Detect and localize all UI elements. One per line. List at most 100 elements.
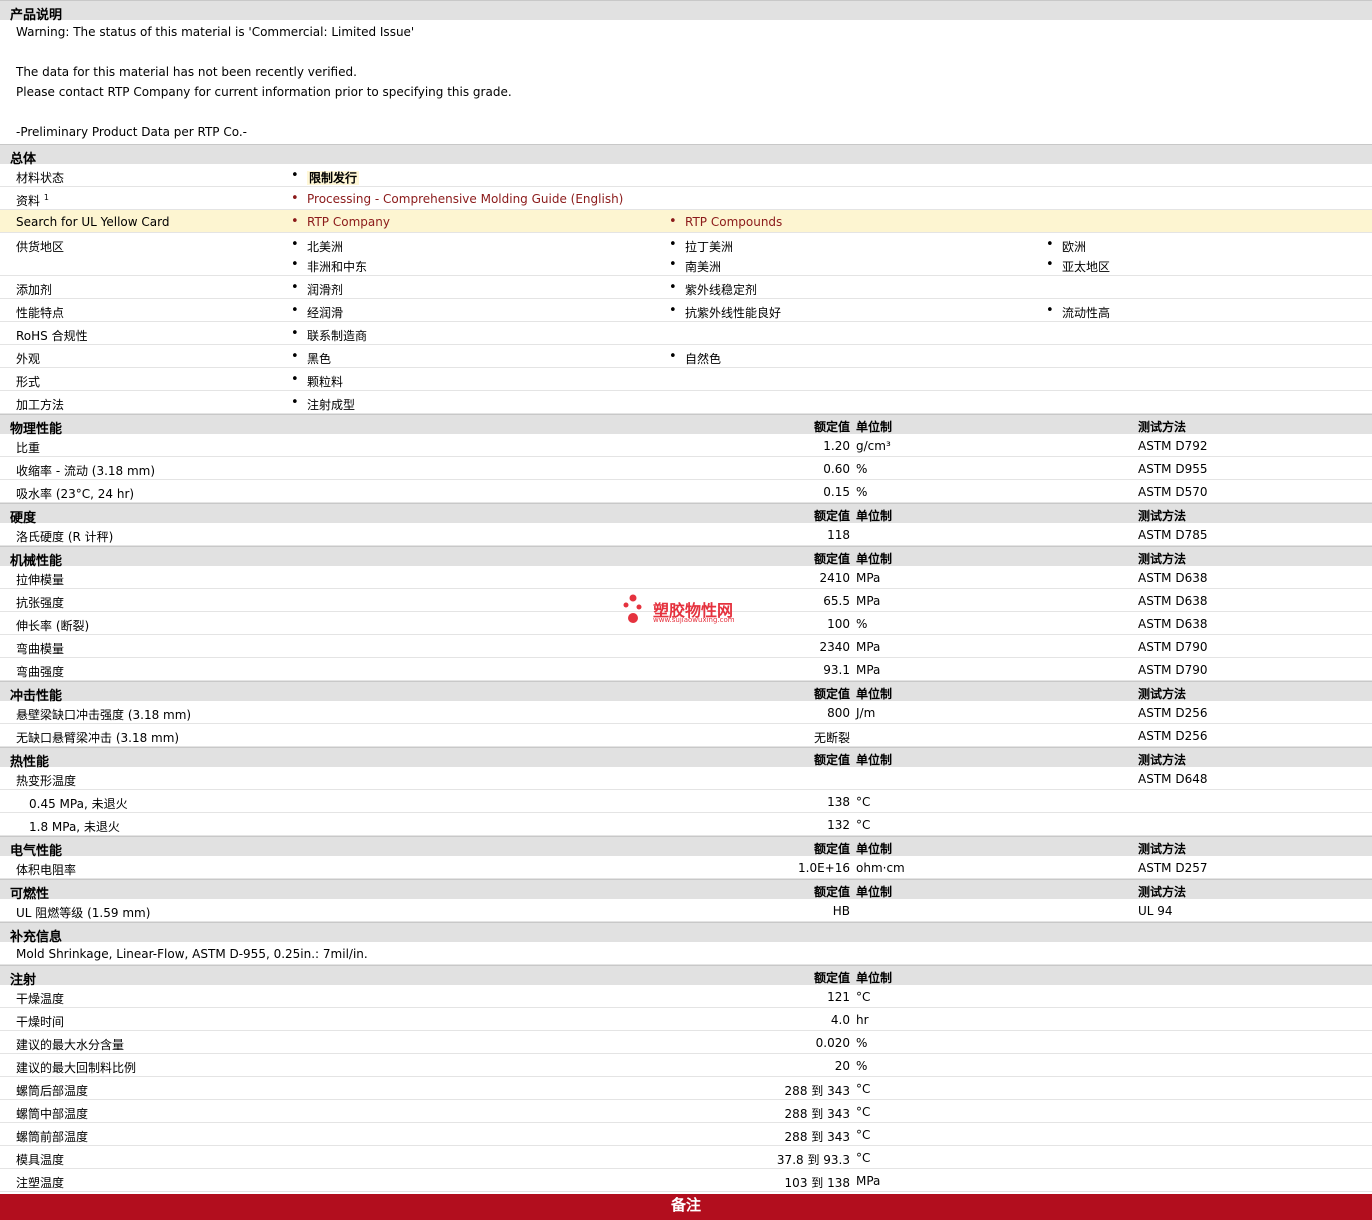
section-description-header: 产品说明 [0, 0, 1372, 23]
header-value: 额定值 [813, 552, 850, 566]
property-label: 螺筒中部温度 [16, 1107, 89, 1121]
logo-dots-icon [623, 594, 642, 623]
header-unit: 单位制 [856, 753, 893, 767]
property-value: 20 [834, 1059, 850, 1073]
header-unit: 单位制 [856, 509, 893, 523]
description-text: Warning: The status of this material is … [0, 20, 1372, 144]
footnote-marker: 1 [43, 193, 49, 202]
property-unit: °C [856, 1128, 871, 1142]
property-unit: °C [856, 795, 871, 809]
header-method: 测试方法 [1138, 842, 1187, 856]
property-value: 4.0 [830, 1013, 850, 1027]
section-mechanical-header: 机械性能 额定值 单位制 测试方法 [0, 546, 1372, 569]
header-method: 测试方法 [1138, 552, 1187, 566]
property-unit: % [856, 617, 868, 631]
footer-label: 备注 [670, 1196, 701, 1214]
property-value: 37.8 到 93.3 [776, 1153, 850, 1167]
test-method: ASTM D256 [1138, 706, 1208, 720]
property-unit: °C [856, 1105, 871, 1119]
property-unit: MPa [856, 571, 881, 585]
table-row: 比重 1.20 g/cm³ ASTM D792 [0, 434, 1372, 457]
table-row: 无缺口悬臂梁冲击 (3.18 mm) 无断裂 ASTM D256 [0, 724, 1372, 747]
property-label: 收缩率 - 流动 (3.18 mm) [16, 464, 156, 478]
section-impact-header: 冲击性能 额定值 单位制 测试方法 [0, 681, 1372, 704]
list-item: 黑色 [291, 349, 331, 367]
header-method: 测试方法 [1138, 420, 1187, 434]
header-value: 额定值 [813, 753, 850, 767]
property-unit: °C [856, 990, 871, 1004]
header-value: 额定值 [813, 687, 850, 701]
property-unit: MPa [856, 1174, 881, 1188]
link-rtp-company[interactable]: RTP Company [291, 214, 390, 229]
property-unit: °C [856, 1151, 871, 1165]
row-label: 添加剂 [16, 283, 53, 297]
row-appearance: 外观 黑色 自然色 [0, 345, 1372, 368]
table-row: 1.8 MPa, 未退火 132 °C [0, 813, 1372, 836]
property-unit: MPa [856, 663, 881, 677]
header-value: 额定值 [813, 420, 850, 434]
watermark-url: www.sujiaowuxing.com [653, 616, 735, 624]
test-method: ASTM D785 [1138, 528, 1208, 542]
header-unit: 单位制 [856, 552, 893, 566]
header-unit: 单位制 [856, 885, 893, 899]
link-rtp-compounds[interactable]: RTP Compounds [669, 214, 782, 229]
property-label: 抗张强度 [16, 596, 65, 610]
property-label: 伸长率 (断裂) [16, 619, 90, 633]
property-label: UL 阻燃等级 (1.59 mm) [16, 906, 151, 920]
property-label: 螺筒后部温度 [16, 1084, 89, 1098]
test-method: ASTM D790 [1138, 663, 1208, 677]
test-method: UL 94 [1138, 904, 1173, 918]
list-item: 非洲和中东 [291, 257, 367, 275]
test-method: ASTM D955 [1138, 462, 1208, 476]
row-additive: 添加剂 润滑剂 紫外线稳定剂 [0, 276, 1372, 299]
property-value: 118 [827, 528, 850, 542]
property-label: 1.8 MPa, 未退火 [29, 820, 120, 834]
table-row: 体积电阻率 1.0E+16 ohm·cm ASTM D257 [0, 856, 1372, 879]
header-method: 测试方法 [1138, 753, 1187, 767]
row-label: 供货地区 [16, 240, 65, 254]
property-label: 拉伸模量 [16, 573, 65, 587]
table-row: 吸水率 (23°C, 24 hr) 0.15% ASTM D570 [0, 480, 1372, 503]
property-label: 热变形温度 [16, 774, 77, 788]
table-row: 螺筒前部温度 288 到 343 °C [0, 1123, 1372, 1146]
header-unit: 单位制 [856, 842, 893, 856]
header-unit: 单位制 [856, 420, 893, 434]
description-line: -Preliminary Product Data per RTP Co.- [16, 125, 247, 139]
link-processing-guide[interactable]: Processing - Comprehensive Molding Guide… [291, 191, 623, 206]
property-unit: % [856, 1036, 868, 1050]
property-value: 100 [827, 617, 850, 631]
list-item: 欧洲 [1046, 237, 1086, 255]
property-label: 干燥温度 [16, 992, 65, 1006]
property-value: 无断裂 [813, 731, 850, 745]
table-row: 干燥温度 121 °C [0, 985, 1372, 1008]
row-label: 形式 [16, 375, 41, 389]
test-method: ASTM D256 [1138, 729, 1208, 743]
status-badge: 限制发行 [291, 168, 360, 186]
footer-notes-bar[interactable]: 备注 [0, 1194, 1372, 1220]
table-row: 洛氏硬度 (R 计秤) 118 ASTM D785 [0, 523, 1372, 546]
table-row: 弯曲模量 2340 MPa ASTM D790 [0, 635, 1372, 658]
property-label: 螺筒前部温度 [16, 1130, 89, 1144]
row-label: 资料 1 [16, 193, 49, 208]
property-value: 93.1 [823, 663, 850, 677]
test-method: ASTM D638 [1138, 617, 1208, 631]
property-value: 103 到 138 [784, 1176, 850, 1190]
row-label: 性能特点 [16, 306, 65, 320]
property-value: 132 [827, 818, 850, 832]
property-value: 0.020 [815, 1036, 850, 1050]
list-item: 颗粒料 [291, 372, 343, 390]
test-method: ASTM D648 [1138, 772, 1208, 786]
row-availability: 供货地区 北美洲 拉丁美洲 欧洲 非洲和中东 南美洲 亚太地区 [0, 233, 1372, 276]
list-item: 流动性高 [1046, 303, 1110, 321]
list-item: 自然色 [669, 349, 721, 367]
section-supplement-header: 补充信息 [0, 922, 1372, 945]
property-unit: J/m [856, 706, 876, 720]
property-value: 2410 [819, 571, 850, 585]
row-features: 性能特点 经润滑 抗紫外线性能良好 流动性高 [0, 299, 1372, 322]
row-label: 加工方法 [16, 398, 65, 412]
table-row: 收缩率 - 流动 (3.18 mm) 0.60% ASTM D955 [0, 457, 1372, 480]
property-label: 0.45 MPa, 未退火 [29, 797, 128, 811]
property-label: 无缺口悬臂梁冲击 (3.18 mm) [16, 731, 180, 745]
header-method: 测试方法 [1138, 885, 1187, 899]
header-value: 额定值 [813, 971, 850, 985]
